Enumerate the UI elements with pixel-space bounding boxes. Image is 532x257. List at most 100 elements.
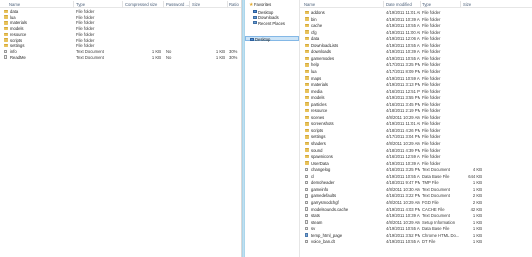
- column-separator[interactable]: [383, 1, 384, 8]
- folder-row[interactable]: downloads 4/19/2011 10:39 AM File folder: [300, 49, 532, 54]
- folder-row[interactable]: help 4/17/2011 3:25 PM File folder: [300, 62, 532, 67]
- folder-item-size: 644 KB: [468, 173, 482, 179]
- nav-item-recent-places[interactable]: Recent Places: [245, 21, 299, 26]
- folder-row[interactable]: demoheader 4/18/2011 9:47 PM TMP File 1 KB: [300, 180, 532, 185]
- folder-row[interactable]: bin 4/19/2011 10:39 AM File folder: [300, 17, 532, 22]
- folder-row[interactable]: temp_html_page 4/19/2011 3:52 PM Chrome HT…: [300, 233, 532, 238]
- archive-row[interactable]: models File folder: [0, 26, 241, 31]
- column-separator[interactable]: [420, 1, 421, 8]
- folder-item-name: voice_ban.dt: [311, 239, 335, 245]
- nav-item-desktop[interactable]: Desktop: [245, 10, 299, 15]
- folder-item-type: File folder: [422, 68, 441, 74]
- column-header-size[interactable]: Size: [192, 2, 200, 7]
- archive-row[interactable]: settings File folder: [0, 43, 241, 48]
- archive-item-ratio: 30%: [229, 54, 238, 60]
- column-separator[interactable]: [163, 1, 164, 8]
- folder-row[interactable]: cache 4/19/2011 10:55 AM File folder: [300, 23, 532, 28]
- folder-row[interactable]: resource 4/18/2011 2:19 PM File folder: [300, 108, 532, 113]
- folder-row[interactable]: lua 4/17/2011 8:09 PM File folder: [300, 69, 532, 74]
- column-separator[interactable]: [189, 1, 190, 8]
- nav-item-downloads[interactable]: Downloads: [245, 15, 299, 20]
- folder-row[interactable]: shaders 4/8/2011 10:29 AM File folder: [300, 141, 532, 146]
- folder-icon: [305, 135, 309, 139]
- column-header-size[interactable]: Size: [463, 2, 471, 7]
- archive-item-ratio: 30%: [229, 48, 238, 54]
- archive-row[interactable]: resource File folder: [0, 32, 241, 37]
- column-header-password[interactable]: Password ...: [166, 2, 189, 7]
- archive-pane: Name Type Compressed size Password ... S…: [0, 0, 242, 257]
- folder-row[interactable]: gamemodes 4/19/2011 10:55 AM File folder: [300, 56, 532, 61]
- archive-row[interactable]: ReadMe Text Document 1 KB No 1 KB 30%: [0, 55, 241, 60]
- column-separator[interactable]: [460, 1, 461, 8]
- folder-row[interactable]: media 4/16/2011 12:51 PM File folder: [300, 89, 532, 94]
- folder-row[interactable]: scenes 4/8/2011 10:29 AM File folder: [300, 115, 532, 120]
- folder-item-date-modified: 4/16/2011 3:22 PM: [386, 193, 420, 199]
- folder-row[interactable]: data 4/19/2011 12:06 AM File folder: [300, 36, 532, 41]
- archive-item-size: 1 KB: [215, 54, 225, 60]
- folder-item-date-modified: 4/8/2011 10:29 AM: [386, 219, 420, 225]
- desktop-icon: [253, 10, 257, 14]
- column-header-type[interactable]: Type: [422, 2, 431, 7]
- column-separator[interactable]: [122, 1, 123, 8]
- archive-item-password: No: [166, 54, 172, 60]
- folder-row[interactable]: cfg 4/19/2011 11:00 AM File folder: [300, 30, 532, 35]
- column-header-ratio[interactable]: Ratio: [229, 2, 239, 7]
- column-header-compressed-size[interactable]: Compressed size: [125, 2, 157, 7]
- folder-row[interactable]: modelsounds.cache 4/19/2011 4:03 PM CACHE …: [300, 207, 532, 212]
- folder-row[interactable]: sound 4/18/2011 4:39 PM File folder: [300, 148, 532, 153]
- archive-item-type: Text Document: [76, 48, 104, 54]
- archive-row[interactable]: materials File folder: [0, 20, 241, 25]
- folder-row[interactable]: maps 4/19/2011 10:59 AM File folder: [300, 76, 532, 81]
- folder-icon: [305, 43, 309, 47]
- folder-item-date-modified: 4/8/2011 10:29 AM: [386, 114, 420, 120]
- folder-item-date-modified: 4/19/2011 3:55 PM: [386, 95, 420, 101]
- folder-row[interactable]: steam 4/8/2011 10:29 AM Setup Information 1…: [300, 220, 532, 225]
- folder-row[interactable]: models 4/19/2011 3:55 PM File folder: [300, 95, 532, 100]
- folder-row[interactable]: voice_ban.dt 4/19/2011 10:55 AM DT File 1 K…: [300, 239, 532, 244]
- folder-row[interactable]: gamedefaults 4/16/2011 3:22 PM Text Docume…: [300, 193, 532, 198]
- folder-item-type: File folder: [422, 55, 441, 61]
- column-header-name[interactable]: Name: [9, 2, 20, 7]
- column-header-name[interactable]: Name: [304, 2, 315, 7]
- nav-item-label: Downloads: [258, 15, 279, 20]
- folder-row[interactable]: particles 4/16/2011 3:45 PM File folder: [300, 102, 532, 107]
- folder-item-name: data: [311, 36, 320, 42]
- folder-row[interactable]: materials 4/19/2011 3:13 PM File folder: [300, 82, 532, 87]
- folder-row[interactable]: settings 4/17/2011 3:04 PM File folder: [300, 134, 532, 139]
- folder-item-size: 42 KB: [470, 206, 482, 212]
- archive-row[interactable]: data File folder: [0, 9, 241, 14]
- folder-icon: [305, 115, 309, 119]
- folder-row[interactable]: changelog 4/16/2011 3:25 PM Text Document 4…: [300, 167, 532, 172]
- column-header-date-modified[interactable]: Date modified: [386, 2, 412, 7]
- column-separator[interactable]: [73, 1, 74, 8]
- folder-item-date-modified: 4/17/2011 3:25 PM: [386, 62, 420, 68]
- folder-item-name: modelsounds.cache: [311, 206, 349, 212]
- folder-item-date-modified: 4/18/2011 2:19 PM: [386, 108, 420, 114]
- folder-row[interactable]: cl 4/19/2011 10:55 AM Data Base File 644 KB: [300, 174, 532, 179]
- archive-row[interactable]: info Text Document 1 KB No 1 KB 30%: [0, 49, 241, 54]
- column-separator[interactable]: [227, 1, 228, 8]
- folder-row[interactable]: addons 4/19/2011 11:01 AM File folder: [300, 10, 532, 15]
- column-header-type[interactable]: Type: [76, 2, 85, 7]
- archive-item-name: scripts: [10, 37, 23, 43]
- folder-row[interactable]: scripts 4/18/2011 4:26 PM File folder: [300, 128, 532, 133]
- folder-item-size: 1 KB: [472, 232, 482, 238]
- folder-icon: [305, 82, 309, 87]
- nav-item-desktop[interactable]: Desktop: [245, 36, 299, 42]
- folder-row[interactable]: DownloadLists 4/19/2011 10:55 AM File fold…: [300, 43, 532, 48]
- nav-item-favorites[interactable]: ★ Favorites: [245, 2, 299, 7]
- archive-row[interactable]: scripts File folder: [0, 38, 241, 43]
- folder-item-name: materials: [311, 82, 328, 88]
- folder-row[interactable]: garrysmodchgf 4/8/2011 10:29 AM FGD File 2 …: [300, 200, 532, 205]
- folder-item-type: File folder: [422, 23, 441, 29]
- folder-row[interactable]: sv 4/19/2011 10:55 AM Data Base File 1 KB: [300, 226, 532, 231]
- nav-item-label: Favorites: [254, 2, 272, 7]
- folder-item-date-modified: 4/16/2011 12:59 AM: [386, 154, 420, 160]
- folder-row[interactable]: spawnicons 4/16/2011 12:59 AM File folder: [300, 154, 532, 159]
- folder-row[interactable]: gameinfo 4/8/2011 10:30 AM Text Document 1 …: [300, 187, 532, 192]
- archive-row[interactable]: lua File folder: [0, 15, 241, 20]
- folder-row[interactable]: screenshots 4/19/2011 11:01 AM File folder: [300, 121, 532, 126]
- folder-icon: [305, 122, 309, 126]
- folder-row[interactable]: UserData 4/19/2011 10:39 AM File folder: [300, 161, 532, 166]
- folder-row[interactable]: stats 4/19/2011 10:39 AM Text Document 1 KB: [300, 213, 532, 218]
